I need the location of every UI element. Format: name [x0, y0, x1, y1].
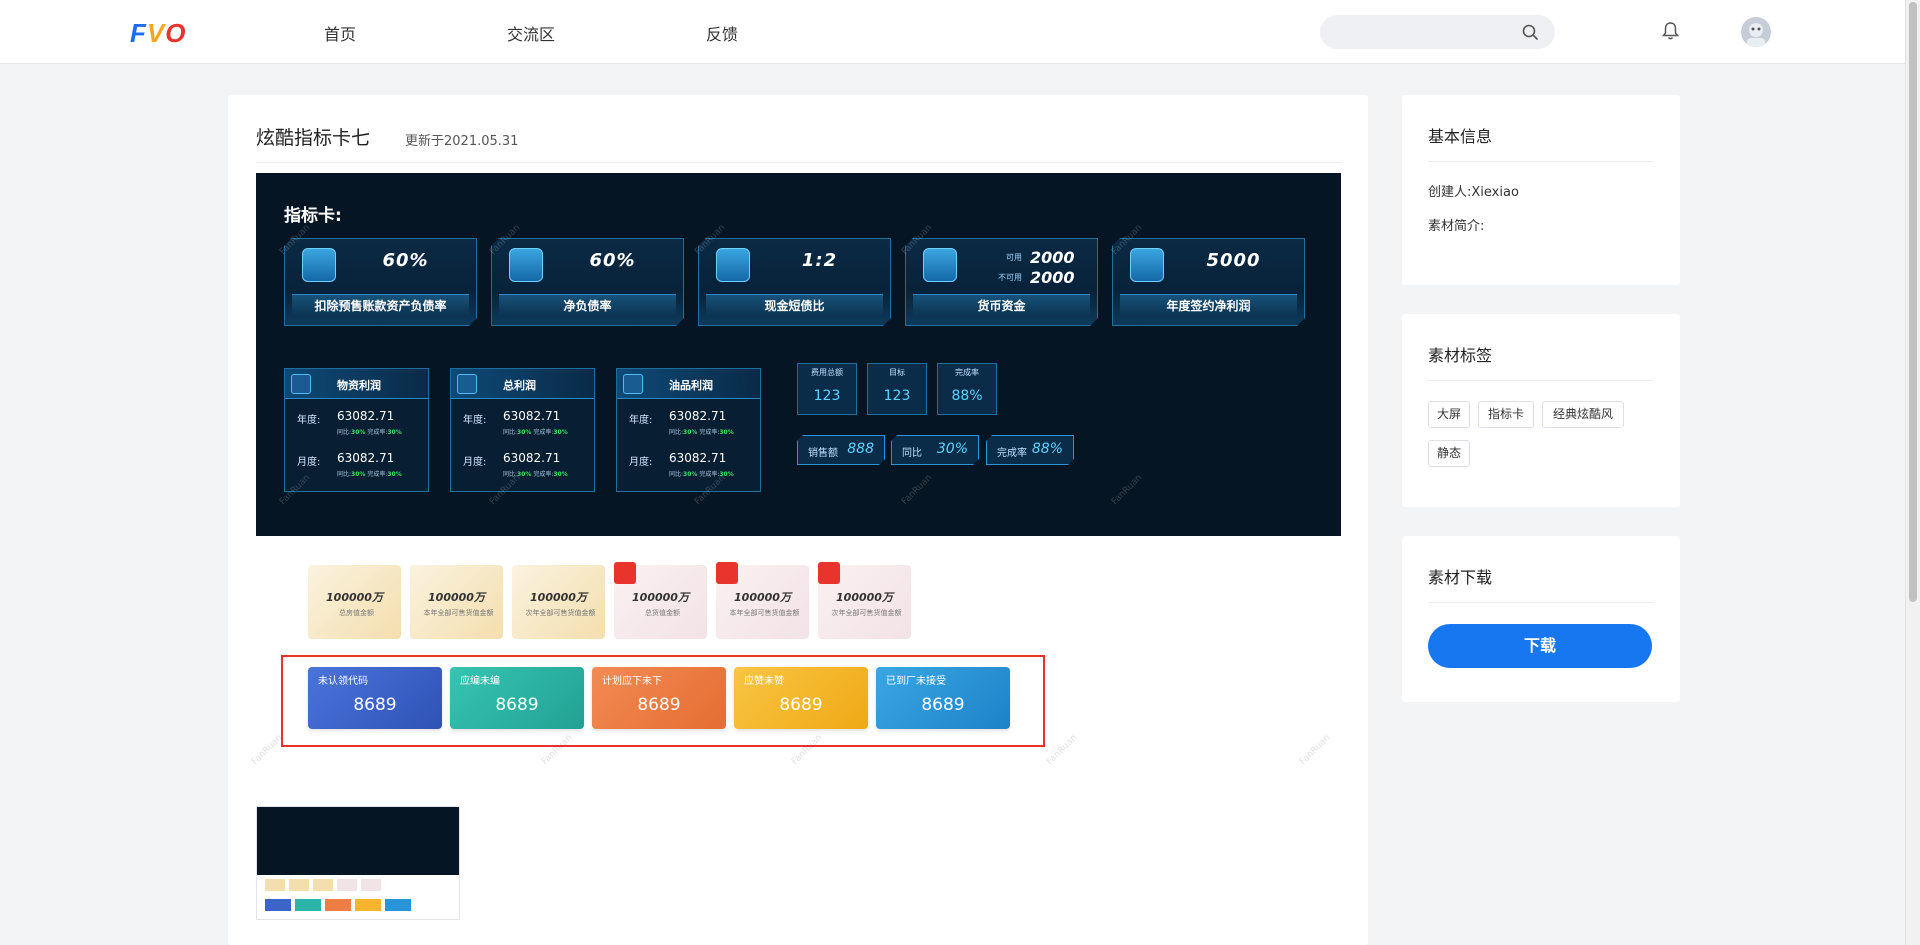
chart-icon — [623, 374, 643, 394]
kpi-card: 60% 净负债率 — [491, 238, 684, 326]
page-scrollbar[interactable] — [1905, 0, 1920, 945]
color-card: 未认领代码 8689 — [308, 667, 442, 729]
preview-image[interactable]: 指标卡: 60% 扣除预售账款资产负债率 60% 净负债率 1:2 现金短债比 … — [256, 173, 1341, 536]
value-card: 100000万 本年全部可售货值金额 — [410, 565, 503, 639]
watermark: FanRuan — [1298, 732, 1333, 768]
mini-stat: 目标 123 — [867, 363, 927, 415]
kpi-card: 60% 扣除预售账款资产负债率 — [284, 238, 477, 326]
basic-info-panel: 基本信息 创建人:Xiexiao 素材简介: — [1402, 95, 1680, 285]
tag-item[interactable]: 指标卡 — [1478, 401, 1534, 428]
logo[interactable]: FVO — [130, 18, 186, 49]
money-bag-icon — [818, 562, 840, 584]
color-card: 计划应下未下 8689 — [592, 667, 726, 729]
top-bar: FVO 首页 交流区 反馈 — [0, 0, 1905, 64]
nav-home[interactable]: 首页 — [324, 21, 356, 45]
building-icon — [716, 248, 750, 282]
search-input[interactable] — [1320, 15, 1555, 49]
basic-info-heading: 基本信息 — [1428, 127, 1493, 146]
value-card: 100000万 次年全部可售货值金额 — [818, 562, 911, 639]
tags-panel: 素材标签 大屏 指标卡 经典炫酷风 静态 — [1402, 314, 1680, 507]
update-date: 更新于2021.05.31 — [405, 134, 519, 149]
tag-item[interactable]: 经典炫酷风 — [1542, 401, 1624, 428]
kpi-card: 5000 年度签约净利润 — [1112, 238, 1305, 326]
color-card: 已到厂未接受 8689 — [876, 667, 1010, 729]
hand-icon — [457, 374, 477, 394]
detail-panel: 炫酷指标卡七 更新于2021.05.31 指标卡: 60% 扣除预售账款资产负债… — [228, 95, 1368, 945]
profit-card: 油品利润 年度: 63082.71 同比:30% 完成率:30% 月度: 63082… — [616, 368, 761, 492]
search-icon[interactable] — [1522, 24, 1539, 45]
bell-icon[interactable] — [1661, 21, 1680, 45]
stat-pill: 销售额 888 — [797, 435, 885, 465]
coins-icon — [716, 562, 738, 584]
intro-text: 素材简介: — [1428, 219, 1485, 234]
tag-item[interactable]: 静态 — [1428, 440, 1470, 467]
value-card: 100000万 本年全部可售货值金额 — [716, 562, 809, 639]
value-card: 100000万 总房值金额 — [308, 565, 401, 639]
receipt-icon — [614, 562, 636, 584]
kpi-card: 可用 2000 不可用 2000 货币资金 — [905, 238, 1098, 326]
download-heading: 素材下载 — [1428, 568, 1493, 587]
value-card: 100000万 次年全部可售货值金额 — [512, 565, 605, 639]
color-card: 应赞未赞 8689 — [734, 667, 868, 729]
document-icon — [302, 248, 336, 282]
value-card: 100000万 总货值金额 — [614, 562, 707, 639]
watermark: FanRuan — [250, 732, 285, 768]
building-icon — [291, 374, 311, 394]
avatar[interactable] — [1741, 17, 1771, 47]
nav-community[interactable]: 交流区 — [507, 21, 555, 45]
watermark: FanRuan — [1110, 472, 1145, 508]
creator-text: 创建人:Xiexiao — [1428, 185, 1519, 200]
mini-stat: 完成率 88% — [937, 363, 997, 415]
kpi-card: 1:2 现金短债比 — [698, 238, 891, 326]
download-button[interactable]: 下载 — [1428, 624, 1652, 668]
shield-icon — [509, 248, 543, 282]
stat-pill: 同比 30% — [891, 435, 979, 465]
page-title: 炫酷指标卡七 — [256, 127, 371, 149]
download-panel: 素材下载 下载 — [1402, 536, 1680, 702]
profit-card: 总利润 年度: 63082.71 同比:30% 完成率:30% 月度: 63082.… — [450, 368, 595, 492]
scrollbar-thumb[interactable] — [1909, 2, 1917, 602]
stat-pill: 完成率 88% — [986, 435, 1074, 465]
watermark: FanRuan — [1045, 732, 1080, 768]
tags-heading: 素材标签 — [1428, 346, 1493, 365]
color-card: 应编未编 8689 — [450, 667, 584, 729]
mini-stat: 费用总额 123 — [797, 363, 857, 415]
preview-heading: 指标卡: — [284, 206, 342, 226]
nav-feedback[interactable]: 反馈 — [706, 21, 738, 45]
money-bag-icon — [1130, 248, 1164, 282]
preview-thumbnail[interactable] — [256, 806, 460, 920]
tag-item[interactable]: 大屏 — [1428, 401, 1470, 428]
coins-icon — [923, 248, 957, 282]
divider — [256, 162, 1341, 163]
watermark: FanRuan — [900, 472, 935, 508]
